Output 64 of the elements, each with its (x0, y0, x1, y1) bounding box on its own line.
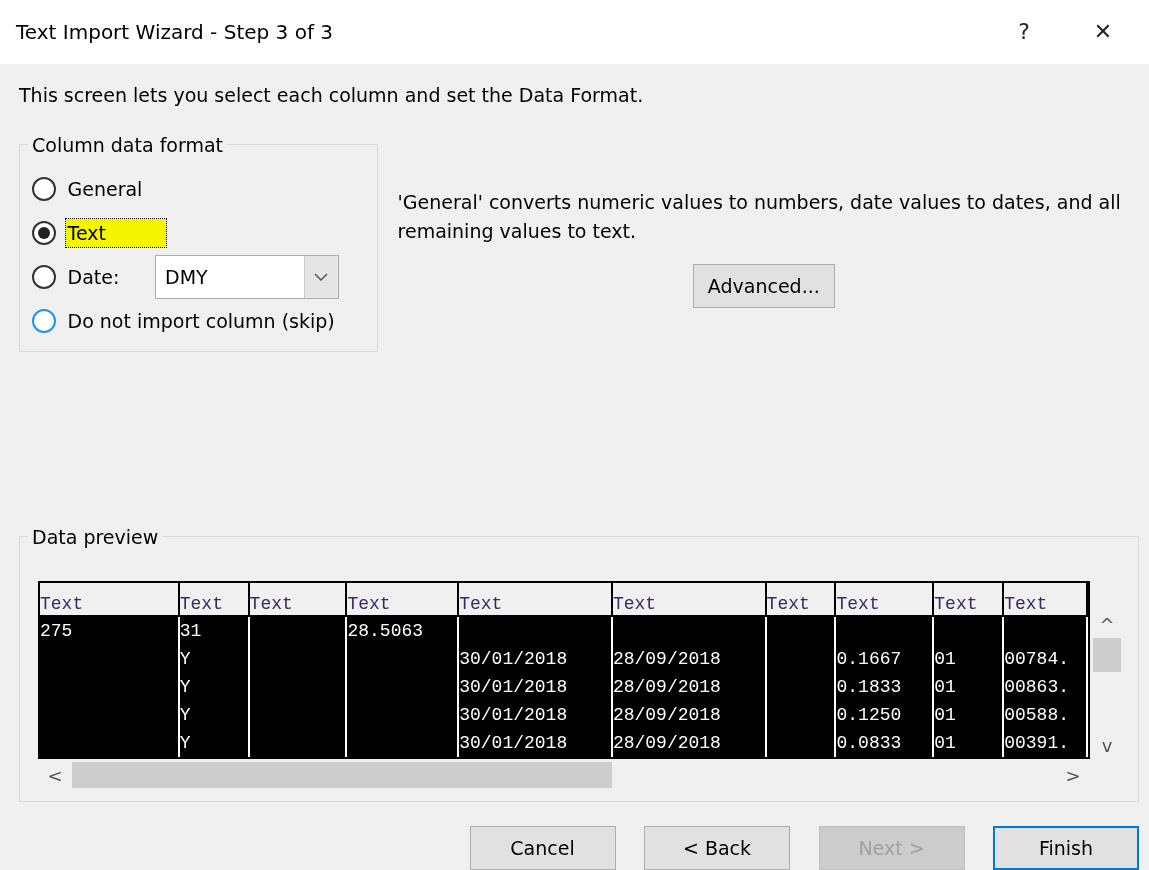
table-cell: 30/01/2018 (459, 701, 613, 729)
date-format-dropdown[interactable]: DMY (154, 255, 339, 299)
table-cell (934, 617, 1005, 645)
table-cell: Y (179, 701, 250, 729)
column-header[interactable]: Text (179, 583, 250, 617)
table-cell: 00391. (1004, 729, 1088, 757)
description-text: 'General' converts numeric values to numbers, date values to dates, and all remaining values to text. (397, 190, 1122, 244)
radio-button[interactable] (32, 265, 56, 289)
table-cell: 28/09/2018 (612, 701, 767, 729)
table-cell: 31 (179, 617, 250, 645)
column-header[interactable]: Text (934, 583, 1005, 617)
table-cell: 0.1250 (836, 701, 935, 729)
column-header[interactable]: Text (347, 583, 460, 617)
radio-button[interactable] (32, 177, 56, 201)
column-header[interactable]: Text (1004, 583, 1088, 617)
table-cell: Y (179, 729, 250, 757)
scrollbar-thumb[interactable] (72, 762, 613, 788)
radio-button[interactable] (32, 309, 56, 333)
chevron-down-icon (314, 273, 328, 281)
table-cell: 01 (934, 729, 1005, 757)
table-cell: 01 (934, 645, 1005, 673)
radio-label: General (66, 176, 144, 202)
table-cell: 01 (934, 701, 1005, 729)
table-cell: 01 (934, 673, 1005, 701)
table-cell: 00588. (1004, 701, 1088, 729)
radio-label: Do not import column (skip) (66, 308, 336, 334)
table-cell: 30/01/2018 (459, 673, 613, 701)
table-cell: 0.0833 (836, 729, 935, 757)
table-cell: 30/01/2018 (459, 729, 613, 757)
window-title: Text Import Wizard - Step 3 of 3 (16, 18, 335, 46)
dialog-button[interactable]: Finish (993, 826, 1139, 870)
table-cell: 275 (40, 617, 180, 645)
table-cell: 28/09/2018 (612, 645, 767, 673)
table-cell (766, 617, 837, 645)
table-cell: 00863. (1004, 673, 1088, 701)
radio-label: Text (65, 218, 166, 248)
column-header[interactable]: Text (836, 583, 935, 617)
radio-label: Date: (66, 264, 121, 290)
advanced-button[interactable]: Advanced... (692, 264, 835, 308)
dialog-button[interactable]: < Back (644, 826, 790, 870)
scroll-up-button[interactable]: ^ (1099, 611, 1115, 638)
table-cell: 0.1667 (836, 645, 935, 673)
table-cell: 28/09/2018 (612, 673, 767, 701)
table-cell: 30/01/2018 (459, 645, 613, 673)
column-header[interactable]: Text (612, 583, 767, 617)
help-button[interactable]: ? (994, 15, 1054, 49)
intro-text: This screen lets you select each column and set the Data Format. (19, 83, 645, 108)
scroll-down-button[interactable]: v (1101, 732, 1113, 759)
table-cell: 28/09/2018 (612, 729, 767, 757)
close-button[interactable]: ✕ (1073, 15, 1133, 49)
radio-button[interactable] (32, 221, 56, 245)
table-cell: 00784. (1004, 645, 1088, 673)
dialog-button[interactable]: Cancel (469, 826, 616, 870)
table-cell: 0.1833 (836, 673, 935, 701)
table-cell: Y (179, 673, 250, 701)
column-header[interactable]: Text (40, 583, 180, 617)
scroll-right-button[interactable]: > (1055, 761, 1090, 789)
column-header[interactable]: Text (459, 583, 613, 617)
scrollbar-thumb[interactable] (1093, 638, 1121, 672)
column-header[interactable]: Text (766, 583, 837, 617)
column-header[interactable]: Text (249, 583, 348, 617)
table-cell: Y (179, 645, 250, 673)
scroll-left-button[interactable]: < (38, 761, 73, 789)
table-cell: 28.5063 (347, 617, 460, 645)
